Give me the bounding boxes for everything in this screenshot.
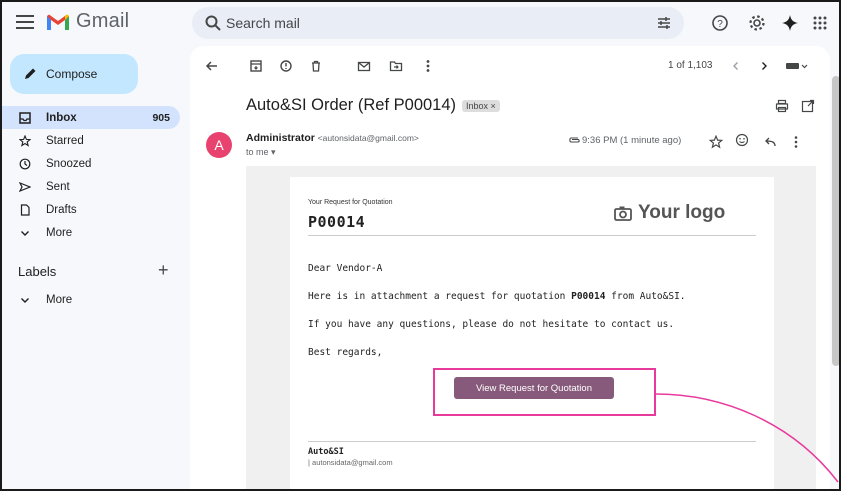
- signature-email[interactable]: | autonsidata@gmail.com: [308, 458, 393, 467]
- email-body-card: Your Request for Quotation P00014 Your l…: [290, 177, 774, 489]
- sidebar-item-inbox[interactable]: Inbox 905: [2, 106, 180, 129]
- report-spam-icon[interactable]: [278, 58, 294, 74]
- pagination-count: 1 of 1,103: [668, 60, 713, 71]
- labels-more-section: More: [2, 288, 180, 311]
- reply-icon[interactable]: [762, 134, 778, 150]
- main-menu-icon[interactable]: [16, 15, 34, 29]
- sender-avatar[interactable]: A: [206, 132, 232, 158]
- sidebar-item-sent[interactable]: Sent: [2, 175, 180, 198]
- more-options-icon[interactable]: [420, 58, 436, 74]
- attachment-icon: [566, 132, 582, 148]
- settings-gear-icon[interactable]: [747, 13, 767, 33]
- subject-text: Auto&SI Order (Ref P00014): [246, 96, 457, 114]
- gmail-logo[interactable]: Gmail: [46, 10, 129, 33]
- contact-line: If you have any questions, please do not…: [308, 319, 675, 330]
- attachment-line: Here is in attachment a request for quot…: [308, 291, 686, 302]
- archive-icon[interactable]: [248, 58, 264, 74]
- labels-more-label: More: [46, 293, 73, 306]
- email-subject: Auto&SI Order (Ref P00014) Inbox ×: [246, 96, 500, 115]
- message-more-icon[interactable]: [788, 134, 804, 150]
- gmail-window: Gmail ?: [0, 0, 841, 491]
- scrollbar-thumb[interactable]: [832, 76, 839, 366]
- search-input[interactable]: [226, 13, 626, 33]
- sender-email: <autonsidata@gmail.com>: [317, 133, 419, 143]
- attachment-line-pre: Here is in attachment a request for quot…: [308, 291, 572, 302]
- inbox-label-chip[interactable]: Inbox ×: [462, 99, 500, 112]
- send-icon: [18, 180, 31, 193]
- labels-more-item[interactable]: More: [2, 288, 180, 311]
- newer-chevron-icon[interactable]: [728, 58, 744, 74]
- sidebar-item-label: Snoozed: [46, 157, 92, 170]
- search-bar[interactable]: [192, 7, 684, 39]
- recipient-details-toggle[interactable]: to me ▾: [246, 147, 276, 158]
- message-scrollbar[interactable]: [830, 46, 839, 489]
- open-new-window-icon[interactable]: [800, 98, 816, 114]
- sidebar-item-label: Sent: [46, 180, 70, 193]
- clock-icon: [18, 157, 31, 170]
- sidebar-item-drafts[interactable]: Drafts: [2, 198, 180, 221]
- compose-button[interactable]: Compose: [10, 54, 138, 94]
- gemini-sparkle-icon[interactable]: [780, 13, 800, 33]
- attachment-line-post: from Auto&SI.: [605, 291, 686, 302]
- print-icon[interactable]: [774, 98, 790, 114]
- top-bar: Gmail ?: [2, 2, 839, 46]
- older-chevron-icon[interactable]: [756, 58, 772, 74]
- sender-line: Administrator <autonsidata@gmail.com>: [246, 132, 419, 144]
- svg-text:?: ?: [717, 19, 723, 30]
- emoji-reaction-icon[interactable]: [734, 132, 750, 148]
- rfq-label: Your Request for Quotation: [308, 199, 393, 206]
- sidebar-item-label: Drafts: [46, 203, 77, 216]
- help-icon[interactable]: ?: [710, 13, 730, 33]
- sidebar-item-label: Starred: [46, 134, 84, 147]
- signature-company: Auto&SI: [308, 447, 344, 457]
- greeting-text: Dear Vendor-A: [308, 263, 383, 274]
- back-arrow-icon[interactable]: [204, 58, 220, 74]
- camera-icon: [614, 206, 632, 221]
- delete-icon[interactable]: [308, 58, 324, 74]
- sidebar-nav: Inbox 905 Starred Snoozed Sent Drafts Mo…: [2, 106, 180, 244]
- message-view: 1 of 1,103 Auto&SI Order (Ref P00014) Inb…: [190, 46, 830, 489]
- star-toggle-icon[interactable]: [708, 134, 724, 150]
- apps-grid-icon[interactable]: [810, 13, 830, 33]
- signature-divider: [308, 441, 756, 442]
- pencil-icon: [25, 68, 36, 79]
- draft-icon: [18, 203, 31, 216]
- move-to-icon[interactable]: [388, 58, 404, 74]
- sidebar-item-label: More: [46, 226, 73, 239]
- attachment-line-ref: P00014: [571, 291, 606, 302]
- chevron-down-icon: [18, 293, 31, 306]
- logo-text: Your logo: [638, 202, 726, 223]
- sender-name[interactable]: Administrator: [246, 132, 315, 144]
- sidebar-item-more[interactable]: More: [2, 221, 180, 244]
- sidebar-item-snoozed[interactable]: Snoozed: [2, 152, 180, 175]
- rfq-number: P00014: [308, 213, 366, 231]
- add-label-icon[interactable]: +: [158, 260, 169, 281]
- mark-unread-icon[interactable]: [356, 58, 372, 74]
- sidebar-item-starred[interactable]: Starred: [2, 129, 180, 152]
- gmail-m-icon: [47, 14, 69, 30]
- email-timestamp: 9:36 PM (1 minute ago): [582, 135, 682, 146]
- search-options-icon[interactable]: [656, 15, 672, 31]
- inbox-unread-count: 905: [152, 111, 170, 124]
- header-divider: [308, 235, 756, 236]
- input-tools-icon[interactable]: [784, 58, 810, 74]
- compose-label: Compose: [46, 67, 98, 81]
- labels-header: Labels: [18, 264, 57, 279]
- gmail-wordmark: Gmail: [76, 10, 130, 32]
- star-icon: [18, 134, 31, 147]
- annotation-highlight-box: [433, 368, 656, 416]
- inbox-icon: [18, 111, 31, 124]
- chevron-down-icon: [18, 226, 31, 239]
- sidebar-item-label: Inbox: [46, 111, 77, 124]
- regards-line: Best regards,: [308, 347, 383, 358]
- search-icon[interactable]: [204, 14, 222, 32]
- company-logo: Your logo: [614, 202, 725, 224]
